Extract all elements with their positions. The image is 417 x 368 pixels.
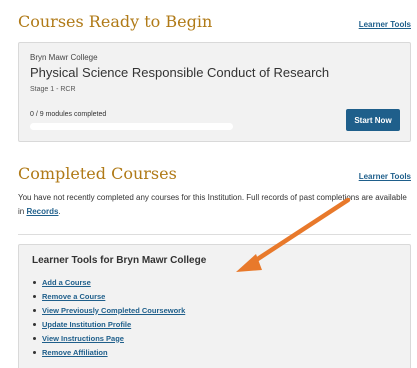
course-institution: Bryn Mawr College [30,53,98,62]
start-now-button[interactable]: Start Now [346,109,400,131]
bullet-icon [33,308,36,312]
add-course-link[interactable]: Add a Course [42,278,91,287]
view-instructions-page-link[interactable]: View Instructions Page [42,334,124,343]
bullet-icon [33,294,36,298]
bullet-icon [33,322,36,326]
bullet-icon [33,350,36,354]
completed-message-text: You have not recently completed any cour… [18,193,407,216]
bullet-icon [33,336,36,340]
remove-course-link[interactable]: Remove a Course [42,292,105,301]
learner-tools-item: View Instructions Page [33,331,185,345]
ready-section-header: Courses Ready to Begin Learner Tools [18,12,411,31]
section-divider [18,234,411,235]
course-title: Physical Science Responsible Conduct of … [30,65,330,80]
bullet-icon [33,280,36,284]
learner-tools-item: Remove Affiliation [33,345,185,359]
remove-affiliation-link[interactable]: Remove Affiliation [42,348,108,357]
view-completed-coursework-link[interactable]: View Previously Completed Coursework [42,306,185,315]
page: Courses Ready to Begin Learner Tools Bry… [0,0,417,368]
learner-tools-box: Learner Tools for Bryn Mawr College Add … [18,244,411,368]
learner-tools-list: Add a Course Remove a Course View Previo… [33,275,185,359]
course-stage: Stage 1 - RCR [30,86,76,93]
learner-tools-item: Remove a Course [33,289,185,303]
update-institution-profile-link[interactable]: Update Institution Profile [42,320,131,329]
learner-tools-item: Update Institution Profile [33,317,185,331]
course-card: Bryn Mawr College Physical Science Respo… [18,42,411,142]
completed-section-header: Completed Courses Learner Tools [18,164,411,183]
learner-tools-title: Learner Tools for Bryn Mawr College [32,255,207,266]
completed-message: You have not recently completed any cour… [18,191,410,219]
learner-tools-item: View Previously Completed Coursework [33,303,185,317]
completed-message-end: . [58,207,61,216]
ready-section-title: Courses Ready to Begin [18,12,213,31]
ready-learner-tools-link[interactable]: Learner Tools [359,20,411,29]
completed-section-title: Completed Courses [18,164,177,183]
learner-tools-item: Add a Course [33,275,185,289]
completed-learner-tools-link[interactable]: Learner Tools [359,172,411,181]
progress-text: 0 / 9 modules completed [30,111,107,118]
records-link[interactable]: Records [26,207,58,216]
progress-bar [30,123,233,130]
